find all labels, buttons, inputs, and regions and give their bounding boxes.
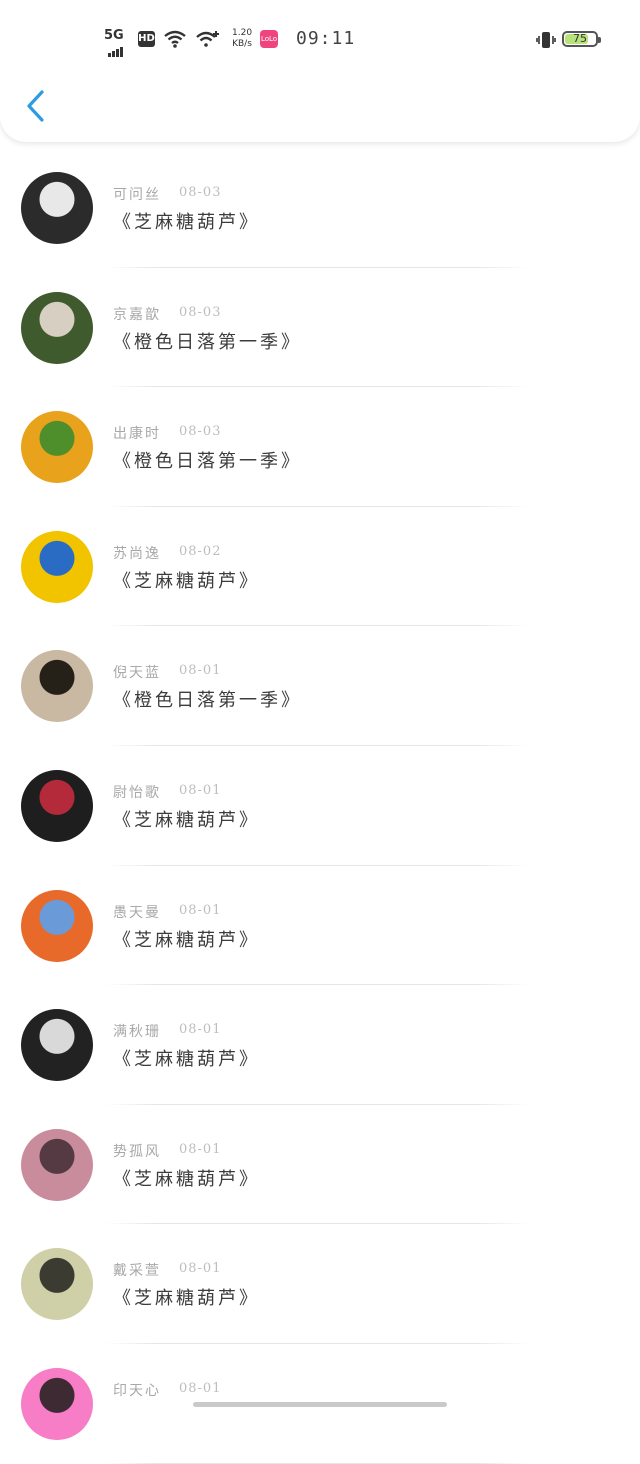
avatar[interactable] bbox=[21, 769, 93, 842]
avatar[interactable] bbox=[21, 1009, 93, 1082]
speed-unit: KB/s bbox=[232, 39, 252, 49]
song-title[interactable]: 《芝麻糖葫芦》 bbox=[113, 1165, 260, 1191]
wifi-plus-icon bbox=[196, 30, 220, 52]
avatar[interactable] bbox=[21, 291, 93, 364]
song-title[interactable]: 《橙色日落第一季》 bbox=[113, 447, 302, 473]
post-date: 08-01 bbox=[179, 663, 222, 679]
list-item[interactable]: 出康时 08-03 《橙色日落第一季》 bbox=[0, 387, 640, 507]
avatar[interactable] bbox=[21, 650, 93, 723]
user-name[interactable]: 可问丝 bbox=[113, 184, 161, 204]
song-title[interactable]: 《芝麻糖葫芦》 bbox=[113, 806, 260, 832]
post-date: 08-01 bbox=[179, 1022, 222, 1038]
home-indicator[interactable] bbox=[193, 1402, 447, 1407]
list-item[interactable]: 苏尚逸 08-02 《芝麻糖葫芦》 bbox=[0, 507, 640, 627]
post-date: 08-03 bbox=[179, 304, 222, 320]
signal-icon bbox=[108, 38, 124, 57]
user-name[interactable]: 戴采萱 bbox=[113, 1260, 161, 1280]
avatar[interactable] bbox=[21, 530, 93, 603]
user-name[interactable]: 满秋珊 bbox=[113, 1021, 161, 1041]
post-date: 08-01 bbox=[179, 902, 222, 918]
comment-list: 可问丝 08-03 《芝麻糖葫芦》 京嘉歆 08-03 《橙色日落第一季》 出康时 08-03… bbox=[0, 148, 640, 1464]
list-item[interactable]: 京嘉歆 08-03 《橙色日落第一季》 bbox=[0, 268, 640, 388]
avatar[interactable] bbox=[21, 172, 93, 244]
back-button[interactable] bbox=[22, 88, 52, 124]
song-title[interactable]: 《芝麻糖葫芦》 bbox=[113, 1284, 260, 1310]
wifi-icon bbox=[164, 30, 186, 52]
vibrate-icon bbox=[536, 31, 556, 53]
status-bar: 5G HD 1.20 KB/s LoLo 09:11 75 bbox=[0, 0, 640, 80]
battery-icon: 75 bbox=[562, 31, 601, 47]
song-title[interactable]: 《橙色日落第一季》 bbox=[113, 686, 302, 712]
avatar[interactable] bbox=[21, 889, 93, 962]
list-item[interactable]: 戴采萱 08-01 《芝麻糖葫芦》 bbox=[0, 1224, 640, 1344]
divider bbox=[105, 1462, 529, 1464]
post-date: 08-01 bbox=[179, 782, 222, 798]
post-date: 08-01 bbox=[179, 1380, 222, 1396]
list-item[interactable]: 势孤风 08-01 《芝麻糖葫芦》 bbox=[0, 1105, 640, 1225]
song-title[interactable]: 《芝麻糖葫芦》 bbox=[113, 567, 260, 593]
user-name[interactable]: 苏尚逸 bbox=[113, 543, 161, 563]
network-speed: 1.20 KB/s bbox=[232, 28, 252, 50]
user-name[interactable]: 出康时 bbox=[113, 423, 161, 443]
battery-tip bbox=[598, 37, 601, 43]
user-name[interactable]: 印天心 bbox=[113, 1380, 161, 1400]
post-date: 08-01 bbox=[179, 1141, 222, 1157]
avatar[interactable] bbox=[21, 1248, 93, 1321]
list-item[interactable]: 满秋珊 08-01 《芝麻糖葫芦》 bbox=[0, 985, 640, 1105]
battery-level: 75 bbox=[573, 32, 587, 45]
app-header: 5G HD 1.20 KB/s LoLo 09:11 75 bbox=[0, 0, 640, 142]
user-name[interactable]: 势孤风 bbox=[113, 1141, 161, 1161]
user-name[interactable]: 京嘉歆 bbox=[113, 304, 161, 324]
app-notification-icon: LoLo bbox=[260, 30, 278, 48]
user-name[interactable]: 愚天曼 bbox=[113, 902, 161, 922]
song-title[interactable]: 《芝麻糖葫芦》 bbox=[113, 926, 260, 952]
post-date: 08-03 bbox=[179, 424, 222, 440]
chevron-left-icon bbox=[27, 90, 44, 122]
list-item[interactable]: 可问丝 08-03 《芝麻糖葫芦》 bbox=[0, 148, 640, 268]
avatar[interactable] bbox=[21, 411, 93, 484]
song-title[interactable]: 《芝麻糖葫芦》 bbox=[113, 1045, 260, 1071]
user-name[interactable]: 倪天蓝 bbox=[113, 662, 161, 682]
list-item[interactable]: 倪天蓝 08-01 《橙色日落第一季》 bbox=[0, 626, 640, 746]
post-date: 08-01 bbox=[179, 1261, 222, 1277]
song-title[interactable]: 《橙色日落第一季》 bbox=[113, 328, 302, 354]
speed-value: 1.20 bbox=[232, 28, 253, 38]
user-name[interactable]: 尉怡歌 bbox=[113, 782, 161, 802]
list-item[interactable]: 愚天曼 08-01 《芝麻糖葫芦》 bbox=[0, 866, 640, 986]
clock: 09:11 bbox=[296, 28, 356, 49]
avatar[interactable] bbox=[21, 1128, 93, 1201]
post-date: 08-02 bbox=[179, 543, 222, 559]
song-title[interactable]: 《芝麻糖葫芦》 bbox=[113, 208, 260, 234]
post-date: 08-03 bbox=[179, 185, 222, 200]
hd-icon: HD bbox=[138, 31, 155, 47]
list-item[interactable]: 尉怡歌 08-01 《芝麻糖葫芦》 bbox=[0, 746, 640, 866]
avatar[interactable] bbox=[21, 1367, 93, 1440]
